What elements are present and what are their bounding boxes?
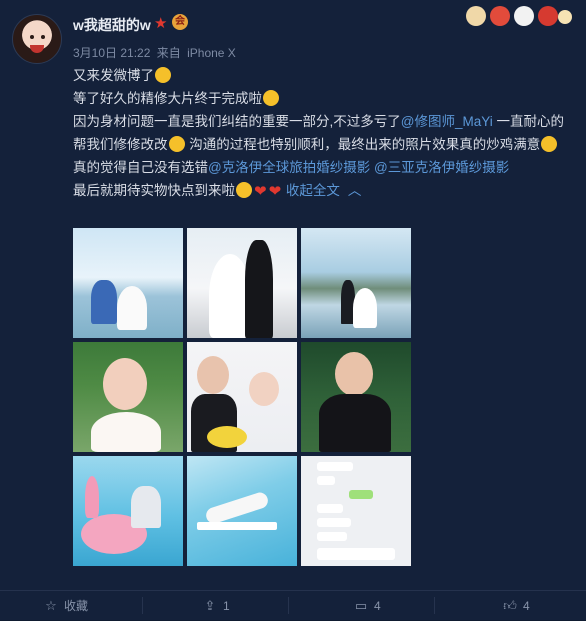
divider	[142, 597, 143, 614]
text-span: 等了好久的精修大片终于完成啦	[73, 91, 262, 106]
text-span: 最后就期待实物快点到来啦	[73, 183, 235, 198]
collapse-text-link[interactable]: 收起全文	[286, 183, 340, 198]
laugh-emoji-icon	[236, 182, 252, 198]
text-span: 沟通的过程也特别顺利，最终出来的照片效果真的炒鸡满意	[185, 137, 541, 152]
chat-bubble	[317, 476, 335, 485]
author-name[interactable]: w我超甜的w	[73, 15, 151, 35]
chevron-up-icon[interactable]: ︿	[348, 183, 362, 198]
avatar-eye	[41, 35, 45, 39]
decoration-icon	[466, 6, 486, 26]
repost-icon: ⇪	[204, 598, 216, 613]
groom-face	[335, 352, 373, 396]
chat-bubble	[317, 532, 347, 541]
mention-link[interactable]: @克洛伊全球旅拍婚纱摄影	[208, 160, 370, 175]
like-count: 4	[523, 599, 530, 613]
flamingo-neck	[85, 476, 99, 518]
chat-bubble	[349, 490, 373, 499]
text-span: 又来发微博了	[73, 68, 154, 83]
text-line: 又来发微博了	[73, 64, 573, 87]
bride-figure	[353, 288, 377, 328]
comment-icon: ▭	[354, 598, 368, 613]
post-date[interactable]: 3月10日 21:22	[73, 46, 150, 60]
decoration-icon	[538, 6, 558, 26]
vip-star-icon: ★	[154, 15, 168, 32]
lounge-chair	[197, 522, 277, 530]
groom-figure	[131, 486, 161, 528]
bride-face	[103, 358, 147, 410]
divider	[288, 597, 289, 614]
favorite-label: 收藏	[64, 599, 89, 613]
text-span: 真的觉得自己没有选错	[73, 160, 208, 175]
bride-face	[249, 372, 279, 406]
avatar-eye	[30, 35, 34, 39]
weibo-post-card: w我超甜的w ★ 会 3月10日 21:22 来自 iPhone X 又来发微博…	[0, 0, 586, 590]
text-span: 因为身材问题一直是我们纠结的重要一部分,不过多亏了	[73, 114, 401, 129]
decoration-icon	[558, 10, 572, 24]
bride-dress	[91, 412, 161, 452]
groom-suit	[319, 394, 391, 452]
laugh-emoji-icon	[155, 67, 171, 83]
photo-thumbnail[interactable]	[187, 228, 297, 338]
photo-thumbnail[interactable]	[187, 342, 297, 452]
groom-figure	[245, 240, 273, 338]
like-button[interactable]: 👍︎ 4	[503, 591, 530, 620]
kiss-emoji-icon	[168, 136, 185, 152]
comment-button[interactable]: ▭ 4	[354, 591, 381, 620]
chat-bubble	[317, 504, 343, 513]
photo-thumbnail[interactable]	[301, 456, 411, 566]
decoration-icon	[514, 6, 534, 26]
text-line: 最后就期待实物快点到来啦 ❤ ❤ 收起全文 ︿	[73, 179, 573, 203]
heart-icon: ❤	[254, 183, 267, 200]
post-meta: 3月10日 21:22 来自 iPhone X	[73, 44, 239, 61]
card-decoration	[464, 4, 576, 30]
flowers	[207, 426, 247, 448]
photo-thumbnail[interactable]	[73, 342, 183, 452]
decoration-icon	[490, 6, 510, 26]
favorite-button[interactable]: ☆ 收藏	[44, 591, 88, 620]
member-badge-icon[interactable]: 会	[172, 14, 188, 30]
photo-thumbnail[interactable]	[301, 228, 411, 338]
photo-thumbnail[interactable]	[187, 456, 297, 566]
grin-emoji-icon	[263, 90, 279, 106]
post-source: iPhone X	[187, 46, 236, 60]
avatar[interactable]	[12, 14, 62, 64]
photo-thumbnail[interactable]	[301, 342, 411, 452]
post-text: 又来发微博了 等了好久的精修大片终于完成啦 因为身材问题一直是我们纠结的重要一部…	[73, 64, 573, 203]
text-line: 等了好久的精修大片终于完成啦	[73, 87, 573, 110]
bride-figure	[117, 286, 147, 330]
action-bar: ☆ 收藏 ⇪ 1 ▭ 4 👍︎ 4	[0, 590, 586, 620]
chat-bubble	[317, 462, 353, 471]
repost-button[interactable]: ⇪ 1	[203, 591, 230, 620]
woman-figure	[204, 490, 270, 526]
smile-emoji-icon	[541, 136, 558, 152]
chat-bubble	[317, 548, 395, 560]
comment-count: 4	[374, 599, 381, 613]
avatar-mouth	[30, 45, 44, 53]
photo-thumbnail[interactable]	[73, 228, 183, 338]
repost-count: 1	[223, 599, 230, 613]
heart-icon: ❤	[268, 183, 282, 200]
text-line: 真的觉得自己没有选错@克洛伊全球旅拍婚纱摄影 @三亚克洛伊婚纱摄影	[73, 156, 573, 179]
source-prefix: 来自	[156, 46, 181, 60]
divider	[434, 597, 435, 614]
photo-thumbnail[interactable]	[73, 456, 183, 566]
text-line: 因为身材问题一直是我们纠结的重要一部分,不过多亏了@修图师_MaYi 一直耐心的…	[73, 110, 573, 156]
mention-link[interactable]: @修图师_MaYi	[401, 114, 493, 129]
thumbs-up-icon: 👍︎	[503, 598, 517, 613]
mention-link[interactable]: @三亚克洛伊婚纱摄影	[374, 160, 509, 175]
star-outline-icon: ☆	[45, 598, 57, 613]
groom-face	[197, 356, 229, 394]
chat-bubble	[317, 518, 351, 527]
groom-figure	[91, 280, 117, 324]
